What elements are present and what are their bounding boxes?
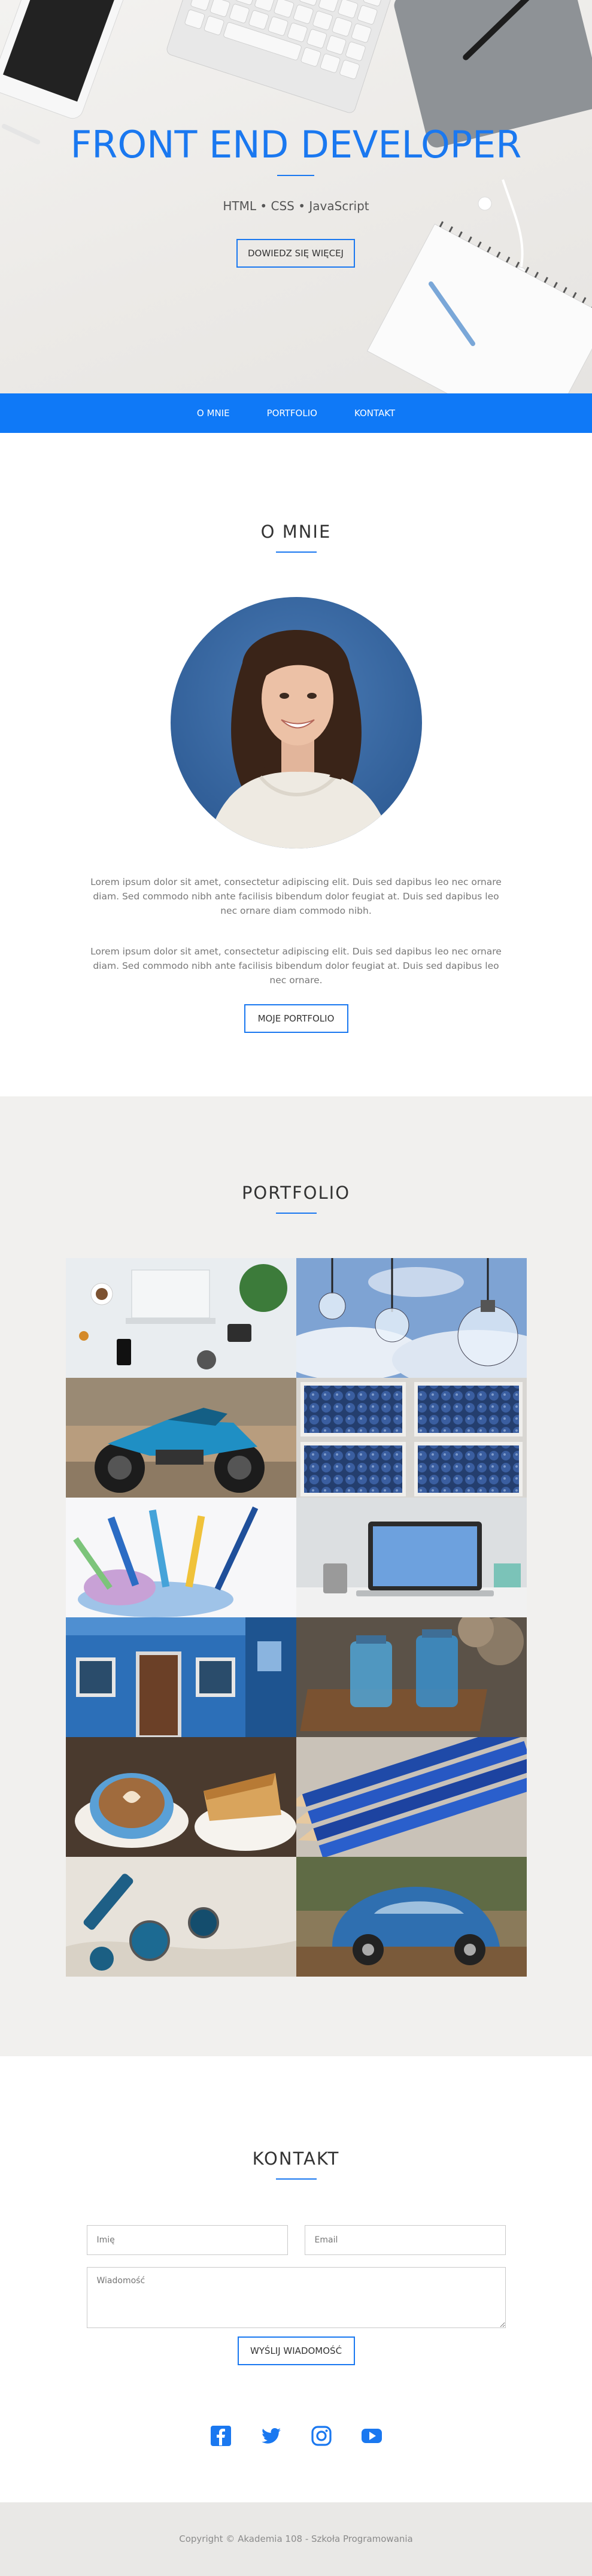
copyright-text: Copyright © Akademia 108 - Szkoła Progra… [179, 2533, 413, 2544]
about-paragraph-1: Lorem ipsum dolor sit amet, consectetur … [90, 877, 502, 916]
instagram-icon[interactable] [311, 2425, 332, 2447]
contact-title: KONTAKT [252, 2148, 340, 2169]
portfolio-item-blue-jars[interactable] [296, 1617, 527, 1737]
portfolio-title: PORTFOLIO [241, 1183, 351, 1203]
portfolio-item-coffee-cake[interactable] [65, 1737, 296, 1857]
contact-form: WYŚLIJ WIADOMOŚĆ [86, 2225, 506, 2365]
portfolio-item-laptop-desk[interactable] [65, 1258, 296, 1378]
about-paragraph-2: Lorem ipsum dolor sit amet, consectetur … [90, 946, 502, 986]
facebook-icon[interactable] [210, 2425, 232, 2447]
main-nav: O MNIE PORTFOLIO KONTAKT [0, 393, 592, 433]
portfolio-grid [65, 1258, 527, 1977]
hero-title: FRONT END DEVELOPER [70, 123, 522, 166]
portfolio-item-paint-cans[interactable] [65, 1857, 296, 1977]
portfolio-item-light-bulbs[interactable] [296, 1258, 527, 1378]
hero-underline [277, 175, 314, 176]
about-title: O MNIE [260, 522, 332, 542]
portfolio-item-blue-house[interactable] [65, 1617, 296, 1737]
portfolio-item-vw-beetle[interactable] [296, 1857, 527, 1977]
portfolio-section: PORTFOLIO [0, 1096, 592, 2056]
portfolio-item-blue-pencils[interactable] [296, 1737, 527, 1857]
contact-section: KONTAKT WYŚLIJ WIADOMOŚĆ [0, 2056, 592, 2502]
hero-background-image [0, 0, 592, 393]
youtube-icon[interactable] [361, 2425, 382, 2447]
portfolio-item-colored-pencils[interactable] [65, 1498, 296, 1617]
nav-item-contact[interactable]: KONTAKT [354, 408, 395, 419]
email-field[interactable] [304, 2225, 506, 2255]
footer: Copyright © Akademia 108 - Szkoła Progra… [0, 2502, 592, 2576]
contact-title-underline [275, 2178, 317, 2180]
portfolio-item-laptop-table[interactable] [296, 1498, 527, 1617]
profile-photo [170, 597, 422, 848]
portfolio-title-underline [275, 1213, 317, 1214]
name-field[interactable] [86, 2225, 288, 2255]
portfolio-item-motorcycle[interactable] [65, 1378, 296, 1498]
my-portfolio-button[interactable]: MOJE PORTFOLIO [244, 1004, 348, 1033]
send-message-button[interactable]: WYŚLIJ WIADOMOŚĆ [237, 2336, 355, 2365]
about-title-underline [275, 551, 317, 553]
about-section: O MNIE Lorem ipsum dolor sit amet, conse… [0, 433, 592, 1096]
nav-item-about[interactable]: O MNIE [197, 408, 230, 419]
hero-subtitle: HTML • CSS • JavaScript [223, 199, 369, 213]
hero-section: FRONT END DEVELOPER HTML • CSS • JavaScr… [0, 0, 592, 393]
portfolio-item-blueberries[interactable] [296, 1378, 527, 1498]
social-links [0, 2425, 592, 2447]
nav-item-portfolio[interactable]: PORTFOLIO [267, 408, 317, 419]
message-field[interactable] [86, 2267, 506, 2328]
learn-more-button[interactable]: DOWIEDZ SIĘ WIĘCEJ [236, 239, 355, 268]
twitter-icon[interactable] [260, 2425, 282, 2447]
